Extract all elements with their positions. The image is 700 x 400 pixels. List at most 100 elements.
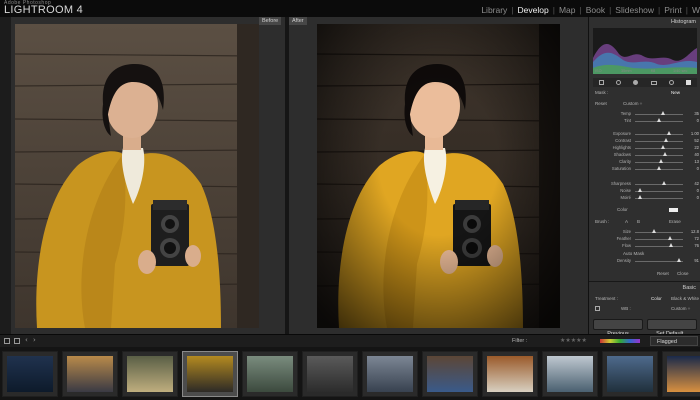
radial-filter-icon[interactable]: [668, 80, 674, 85]
color-swatch[interactable]: [669, 208, 678, 212]
before-photo[interactable]: [15, 24, 259, 328]
second-window-icon[interactable]: [14, 338, 20, 344]
highlights-value[interactable]: 22: [694, 145, 699, 150]
saturation-slider-row[interactable]: Saturation 0: [591, 165, 699, 172]
noise-value[interactable]: 0: [697, 188, 699, 193]
basic-section-title[interactable]: Basic: [683, 285, 696, 291]
set-default-button[interactable]: Set Default...: [647, 319, 697, 337]
clarity-slider-row[interactable]: Clarity 13: [591, 158, 699, 165]
module-print[interactable]: Print: [664, 5, 681, 15]
moir-slider-row[interactable]: Moiré 0: [591, 194, 699, 201]
back-arrow-icon[interactable]: ‹: [25, 336, 28, 344]
module-library[interactable]: Library: [481, 5, 507, 15]
flow-value[interactable]: 76: [694, 243, 699, 248]
module-develop[interactable]: Develop: [518, 5, 549, 15]
treatment-bw[interactable]: Black & White: [671, 296, 699, 301]
module-book[interactable]: Book: [586, 5, 605, 15]
automask-label[interactable]: Auto Mask: [623, 251, 644, 256]
shadows-thumb[interactable]: [662, 152, 667, 156]
previous-button[interactable]: Previous: [593, 319, 643, 337]
module-slideshow[interactable]: Slideshow: [615, 5, 654, 15]
wb-value[interactable]: Custom ÷: [671, 306, 690, 311]
feather-slider-row[interactable]: Feather 72: [591, 235, 699, 242]
filmstrip-thumb-11[interactable]: [602, 351, 658, 397]
shadows-value[interactable]: 40: [694, 152, 699, 157]
grid-view-icon[interactable]: [4, 338, 10, 344]
feather-thumb[interactable]: [667, 236, 672, 240]
exposure-value[interactable]: 1.00: [691, 131, 699, 136]
exposure-track[interactable]: [635, 134, 683, 135]
histogram-title[interactable]: Histogram: [671, 19, 696, 25]
sharpness-thumb[interactable]: [661, 181, 666, 185]
filmstrip-thumb-1[interactable]: [2, 351, 58, 397]
temp-slider-row[interactable]: Temp 35: [591, 110, 699, 117]
treatment-color[interactable]: Color: [651, 296, 662, 301]
forward-arrow-icon[interactable]: ›: [33, 336, 36, 344]
temp-thumb[interactable]: [660, 111, 665, 115]
filmstrip-thumb-8[interactable]: [422, 351, 478, 397]
red-eye-icon[interactable]: [633, 80, 639, 85]
close-button[interactable]: Close: [677, 271, 689, 276]
module-web[interactable]: W: [692, 5, 700, 15]
exposure-slider-row[interactable]: Exposure 1.00: [591, 130, 699, 137]
exposure-thumb[interactable]: [666, 131, 671, 135]
contrast-track[interactable]: [635, 141, 683, 142]
contrast-value[interactable]: 52: [694, 138, 699, 143]
density-thumb[interactable]: [676, 258, 681, 262]
module-map[interactable]: Map: [559, 5, 576, 15]
flagged-dropdown[interactable]: Flagged: [650, 336, 698, 346]
tint-thumb[interactable]: [657, 118, 661, 122]
mask-new[interactable]: New: [671, 90, 680, 95]
density-row[interactable]: Density 91: [591, 257, 699, 264]
temp-track[interactable]: [635, 114, 683, 115]
filmstrip-thumb-10[interactable]: [542, 351, 598, 397]
moir-thumb[interactable]: [637, 195, 642, 199]
filmstrip-thumb-6[interactable]: [302, 351, 358, 397]
flow-thumb[interactable]: [669, 243, 674, 247]
highlights-slider-row[interactable]: Highlights 22: [591, 144, 699, 151]
spot-removal-icon[interactable]: [616, 80, 622, 85]
contrast-thumb[interactable]: [663, 138, 668, 142]
saturation-thumb[interactable]: [657, 166, 661, 170]
noise-slider-row[interactable]: Noise 0: [591, 187, 699, 194]
feather-value[interactable]: 72: [694, 236, 699, 241]
clarity-thumb[interactable]: [658, 159, 663, 163]
shadows-track[interactable]: [635, 155, 683, 156]
wb-eyedropper-icon[interactable]: [595, 306, 600, 311]
sharpness-slider-row[interactable]: Sharpness 42: [591, 180, 699, 187]
size-thumb[interactable]: [652, 229, 657, 233]
noise-track[interactable]: [635, 191, 683, 192]
highlights-track[interactable]: [635, 148, 683, 149]
clarity-value[interactable]: 13: [694, 159, 699, 164]
highlights-thumb[interactable]: [660, 145, 665, 149]
tint-slider-row[interactable]: Tint 0: [591, 117, 699, 124]
flow-track[interactable]: [635, 246, 683, 247]
adjustment-brush-icon[interactable]: [685, 80, 691, 85]
crop-tool-icon[interactable]: [599, 80, 605, 85]
temp-value[interactable]: 35: [694, 111, 699, 116]
after-photo[interactable]: [317, 24, 560, 328]
graduated-filter-icon[interactable]: [650, 80, 657, 85]
effect-preset[interactable]: Custom ÷: [623, 101, 642, 106]
size-track[interactable]: [635, 232, 683, 233]
filmstrip-thumb-4[interactable]: [182, 351, 238, 397]
sharpness-value[interactable]: 42: [694, 181, 699, 186]
density-value[interactable]: 91: [694, 258, 699, 263]
flow-slider-row[interactable]: Flow 76: [591, 242, 699, 249]
filmstrip-thumb-7[interactable]: [362, 351, 418, 397]
size-value[interactable]: 12.8: [691, 229, 699, 234]
moir-value[interactable]: 0: [697, 195, 699, 200]
tint-value[interactable]: 0: [697, 118, 699, 123]
filmstrip-thumb-3[interactable]: [122, 351, 178, 397]
contrast-slider-row[interactable]: Contrast 52: [591, 137, 699, 144]
saturation-value[interactable]: 0: [697, 166, 699, 171]
size-slider-row[interactable]: Size 12.8: [591, 228, 699, 235]
shadows-slider-row[interactable]: Shadows 40: [591, 151, 699, 158]
brush-a[interactable]: A: [625, 219, 628, 224]
filmstrip-thumb-2[interactable]: [62, 351, 118, 397]
color-label-filter[interactable]: [600, 339, 640, 343]
noise-thumb[interactable]: [637, 188, 642, 192]
reset-button[interactable]: Reset: [657, 271, 669, 276]
filmstrip-thumb-9[interactable]: [482, 351, 538, 397]
left-panel-collapsed[interactable]: [0, 17, 11, 334]
